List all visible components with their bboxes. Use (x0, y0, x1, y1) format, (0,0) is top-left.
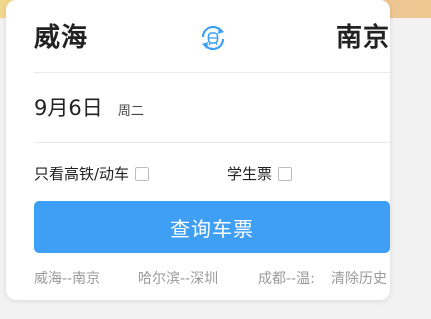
date-label: 9月6日 (34, 96, 103, 120)
route-row: 威海 南京 (6, 0, 390, 72)
student-ticket-label: 学生票 (227, 165, 273, 183)
student-ticket-checkbox[interactable] (278, 166, 293, 181)
history-item[interactable]: 威海--南京 (34, 268, 100, 288)
student-ticket-option[interactable]: 学生票 (227, 163, 293, 184)
date-selector[interactable]: 9月6日 周二 (34, 92, 144, 122)
history-item[interactable]: 成都--温: (258, 268, 315, 288)
history-item[interactable]: 哈尔滨--深圳 (138, 268, 218, 288)
ticket-options: 只看高铁/动车 学生票 (34, 163, 390, 183)
high-speed-only-checkbox[interactable] (135, 166, 150, 181)
high-speed-only-label: 只看高铁/动车 (34, 165, 130, 183)
search-tickets-button[interactable]: 查询车票 (34, 201, 390, 253)
ticket-search-card: 威海 南京 9月6日 周二 只看高铁/动车 学生票 查询车票 威海--南京 哈尔… (6, 0, 390, 300)
clear-history-button[interactable]: 清除历史 (331, 268, 387, 288)
divider (34, 72, 390, 73)
search-history: 威海--南京 哈尔滨--深圳 成都--温: 清除历史 (34, 268, 390, 288)
departure-city[interactable]: 威海 (34, 17, 88, 54)
swap-icon (201, 25, 225, 51)
divider (34, 142, 390, 143)
swap-cities-button[interactable] (197, 22, 229, 54)
high-speed-only-option[interactable]: 只看高铁/动车 (34, 163, 150, 184)
weekday-label: 周二 (117, 104, 144, 119)
arrival-city[interactable]: 南京 (336, 17, 390, 54)
